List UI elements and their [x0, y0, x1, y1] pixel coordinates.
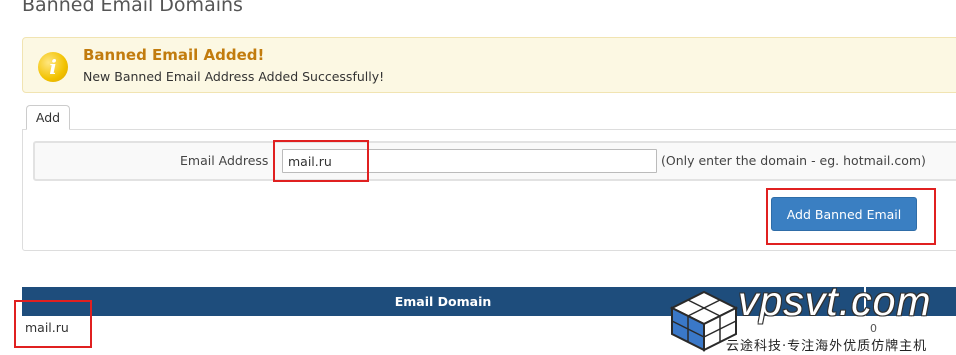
- info-icon: i: [38, 52, 68, 82]
- table-cell-domain: mail.ru: [25, 320, 69, 335]
- watermark-subtitle: 云途科技·专注海外优质仿牌主机: [726, 339, 928, 354]
- add-banned-email-button[interactable]: Add Banned Email: [771, 197, 917, 231]
- success-alert: i Banned Email Added! New Banned Email A…: [22, 37, 956, 93]
- tab-add[interactable]: Add: [26, 105, 70, 130]
- alert-message: New Banned Email Address Added Successfu…: [83, 69, 385, 84]
- alert-title: Banned Email Added!: [83, 46, 265, 64]
- email-address-label: Email Address: [180, 153, 269, 168]
- page-title: Banned Email Domains: [22, 0, 243, 16]
- email-domain-input[interactable]: [282, 149, 657, 173]
- watermark-text: vpsvt.com: [738, 278, 932, 324]
- email-hint: (Only enter the domain - eg. hotmail.com…: [661, 153, 926, 168]
